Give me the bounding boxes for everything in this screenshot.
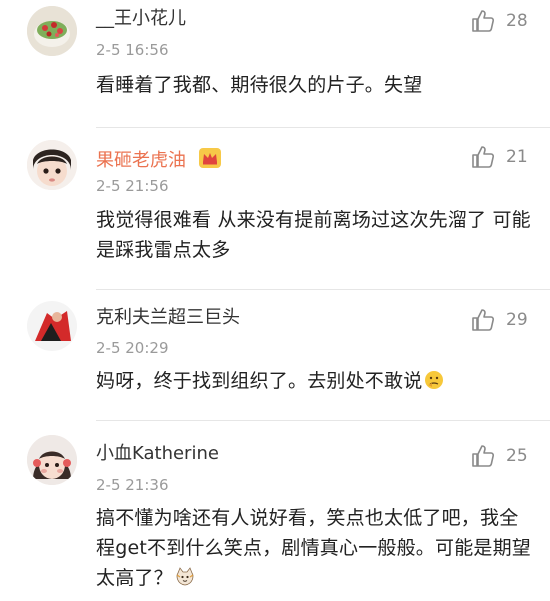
comment-text: 搞不懂为啥还有人说好看，笑点也太低了吧，我全程get不到什么笑点，剧情真心一般般… xyxy=(96,507,532,589)
cat-emoji-icon xyxy=(175,566,195,586)
like-button[interactable]: 28 xyxy=(470,8,540,34)
comment-text: 看睡着了我都、期待很久的片子。失望 xyxy=(96,74,423,96)
username[interactable]: 果砸老虎油 xyxy=(96,147,222,172)
comment-time: 2-5 20:29 xyxy=(96,339,169,357)
like-count: 28 xyxy=(506,11,528,31)
comment-time: 2-5 21:36 xyxy=(96,476,169,494)
comment-time: 2-5 21:56 xyxy=(96,177,169,195)
user-avatar[interactable] xyxy=(27,140,77,190)
divider xyxy=(96,127,550,128)
divider xyxy=(96,289,550,290)
thumbs-up-icon xyxy=(470,307,496,333)
username[interactable]: __王小花儿 xyxy=(96,8,186,30)
crown-icon xyxy=(198,147,222,169)
username[interactable]: 小血Katherine xyxy=(96,443,219,465)
user-avatar[interactable] xyxy=(27,301,77,351)
username-text: 果砸老虎油 xyxy=(96,150,186,171)
thumbs-up-icon xyxy=(470,443,496,469)
red-figure-avatar-icon xyxy=(27,301,77,351)
comment-time: 2-5 16:56 xyxy=(96,41,169,59)
thumbs-up-icon xyxy=(470,8,496,34)
cake-avatar-icon xyxy=(27,6,77,56)
like-count: 21 xyxy=(506,147,528,167)
comment-item: __王小花儿 2-5 16:56 看睡着了我都、期待很久的片子。失望 28 xyxy=(0,0,550,140)
like-button[interactable]: 25 xyxy=(470,443,540,469)
username[interactable]: 克利夫兰超三巨头 xyxy=(96,307,240,329)
user-avatar[interactable] xyxy=(27,6,77,56)
girl-avatar-icon xyxy=(27,435,77,485)
divider xyxy=(96,420,550,421)
comment-text-line: 搞不懂为啥还有人说好看，笑点也太低了吧，我全程get不到什么笑点，剧情真心一般般… xyxy=(96,503,536,593)
like-button[interactable]: 21 xyxy=(470,144,540,170)
thinking-emoji-icon xyxy=(424,369,444,389)
like-count: 29 xyxy=(506,310,528,330)
like-count: 25 xyxy=(506,446,528,466)
thumbs-up-icon xyxy=(470,144,496,170)
comment-text-line: 妈呀，终于找到组织了。去别处不敢说 xyxy=(96,366,536,396)
comment-text: 妈呀，终于找到组织了。去别处不敢说 xyxy=(96,370,423,392)
user-avatar[interactable] xyxy=(27,435,77,485)
child-avatar-icon xyxy=(27,140,77,190)
comment-text: 我觉得很难看 从来没有提前离场过这次先溜了 可能是踩我雷点太多 xyxy=(96,209,531,261)
like-button[interactable]: 29 xyxy=(470,307,540,333)
